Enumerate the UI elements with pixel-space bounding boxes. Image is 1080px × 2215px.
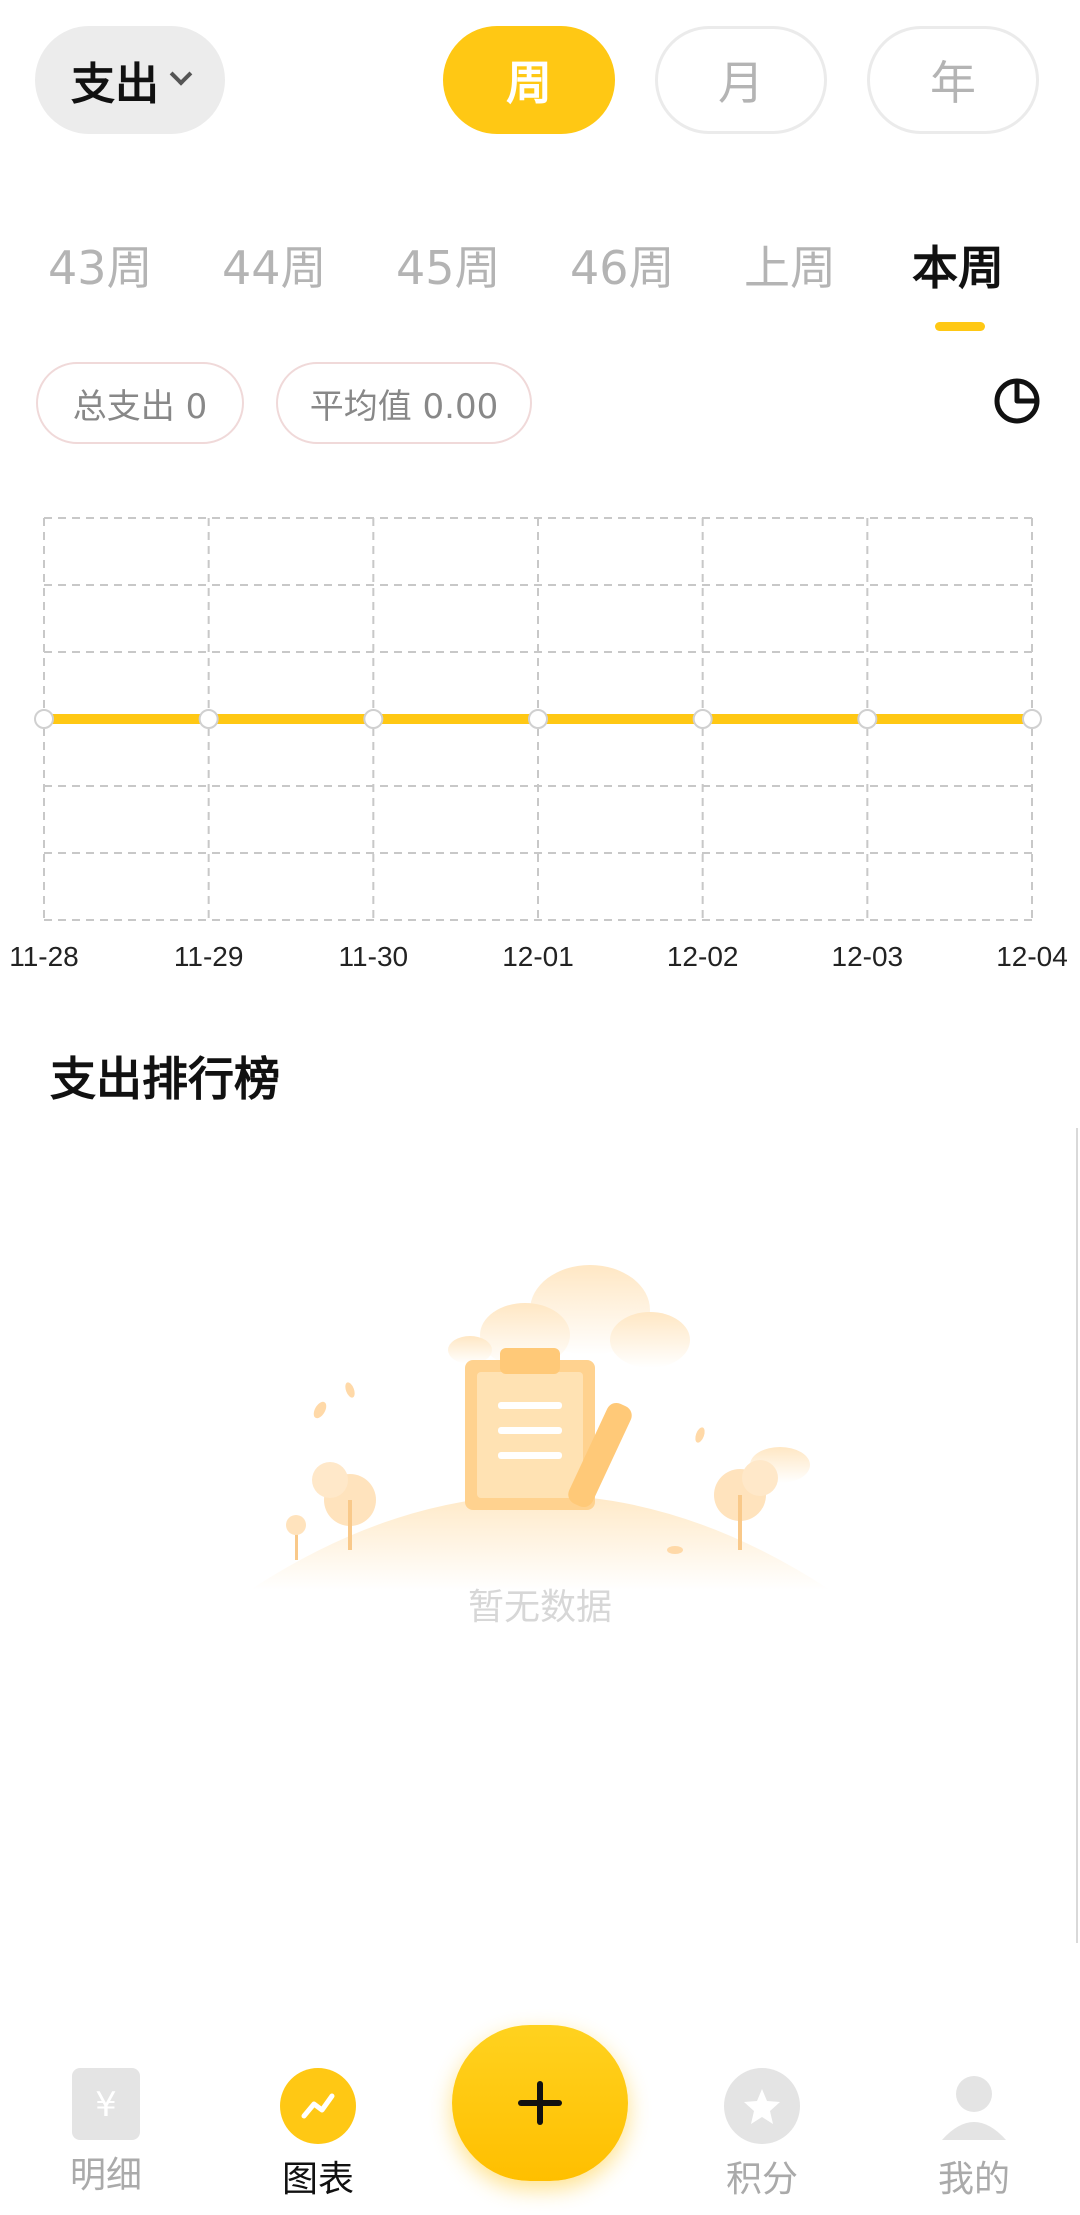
data-point[interactable] (34, 709, 54, 729)
period-tab-week[interactable]: 周 (443, 26, 615, 134)
nav-item-points[interactable]: 积分 (692, 2068, 832, 2202)
nav-item-charts[interactable]: 图表 (248, 2068, 388, 2202)
nav-label-points: 积分 (725, 2159, 798, 2200)
pie-chart-icon[interactable] (992, 376, 1042, 426)
data-point[interactable] (1022, 709, 1042, 729)
data-point[interactable] (528, 709, 548, 729)
nav-label-profile: 我的 (937, 2159, 1010, 2200)
x-tick-label: 11-30 (339, 941, 409, 972)
star-icon (724, 2068, 800, 2144)
add-record-button[interactable] (452, 2025, 628, 2181)
empty-state-text: 暂无数据 (467, 1587, 612, 1628)
empty-clipboard-illustration (250, 1265, 830, 1590)
svg-text:¥: ¥ (95, 2085, 117, 2125)
profile-icon (936, 2068, 1012, 2144)
nav-item-details[interactable]: ¥ 明细 (36, 2068, 176, 2198)
chevron-down-icon (169, 63, 193, 86)
nav-item-profile[interactable]: 我的 (904, 2068, 1044, 2202)
data-point[interactable] (198, 709, 219, 729)
type-dropdown[interactable]: 支出 (35, 26, 225, 134)
x-tick-label: 11-28 (9, 941, 79, 972)
x-tick-label: 12-04 (996, 941, 1068, 972)
week-tab-43[interactable]: 43周 (48, 232, 153, 298)
x-tick-label: 12-02 (667, 941, 739, 972)
data-point[interactable] (692, 709, 713, 729)
week-tab-44[interactable]: 44周 (222, 232, 327, 298)
ranking-title: 支出排行榜 (50, 1052, 280, 1106)
plus-icon (518, 2081, 562, 2125)
x-tick-label: 11-29 (174, 941, 244, 972)
week-tab-45[interactable]: 45周 (396, 232, 501, 298)
x-tick-label: 12-03 (832, 941, 904, 972)
data-point[interactable] (363, 709, 384, 729)
week-tab-current[interactable]: 本周 (912, 232, 1004, 298)
period-tab-month[interactable]: 月 (655, 26, 827, 134)
type-dropdown-label: 支出 (71, 59, 159, 110)
average-chip: 平均值 0.00 (276, 362, 532, 444)
total-expense-chip: 总支出 0 (36, 362, 244, 444)
scroll-indicator[interactable] (1076, 1128, 1078, 1943)
ledger-icon: ¥ (72, 2068, 140, 2140)
week-tab-46[interactable]: 46周 (570, 232, 675, 298)
period-tab-year[interactable]: 年 (867, 26, 1039, 134)
expense-line-chart: 11-28 11-29 11-30 12-01 12-02 12-03 12-04 (9, 517, 1068, 972)
chart-icon (280, 2068, 356, 2144)
nav-label-details: 明细 (69, 2155, 142, 2196)
week-tab-last[interactable]: 上周 (744, 232, 836, 298)
data-point[interactable] (857, 709, 878, 729)
nav-label-charts: 图表 (281, 2159, 354, 2200)
week-tab-indicator (935, 322, 985, 331)
x-tick-label: 12-01 (502, 941, 574, 972)
